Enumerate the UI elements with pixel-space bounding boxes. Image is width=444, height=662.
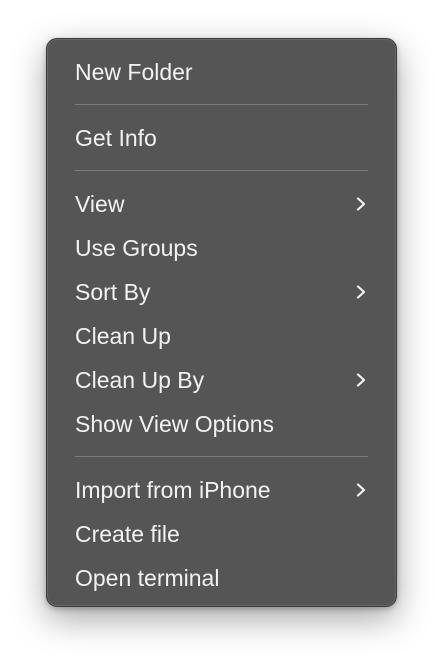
menu-item-label: Import from iPhone bbox=[75, 477, 271, 503]
menu-item-use-groups[interactable]: Use Groups bbox=[47, 226, 396, 270]
context-menu: New Folder Get Info View Use Groups Sort… bbox=[46, 38, 397, 607]
menu-item-label: View bbox=[75, 191, 125, 217]
chevron-right-icon bbox=[356, 285, 366, 299]
menu-item-import-from-iphone[interactable]: Import from iPhone bbox=[47, 468, 396, 512]
menu-item-label: Show View Options bbox=[75, 411, 275, 437]
menu-item-label: Clean Up By bbox=[75, 367, 205, 393]
chevron-right-icon bbox=[356, 483, 366, 497]
menu-separator bbox=[75, 456, 368, 457]
menu-item-label: New Folder bbox=[75, 59, 193, 85]
menu-item-label: Use Groups bbox=[75, 235, 198, 261]
menu-item-open-terminal[interactable]: Open terminal bbox=[47, 556, 396, 600]
menu-item-label: Create file bbox=[75, 521, 180, 547]
menu-separator bbox=[75, 170, 368, 171]
chevron-right-icon bbox=[356, 373, 366, 387]
menu-item-label: Get Info bbox=[75, 125, 157, 151]
menu-separator bbox=[75, 104, 368, 105]
menu-item-new-folder[interactable]: New Folder bbox=[47, 50, 396, 94]
menu-item-create-file[interactable]: Create file bbox=[47, 512, 396, 556]
menu-item-sort-by[interactable]: Sort By bbox=[47, 270, 396, 314]
menu-item-label: Clean Up bbox=[75, 323, 171, 349]
menu-item-view[interactable]: View bbox=[47, 182, 396, 226]
menu-item-label: Open terminal bbox=[75, 565, 220, 591]
chevron-right-icon bbox=[356, 197, 366, 211]
menu-item-get-info[interactable]: Get Info bbox=[47, 116, 396, 160]
menu-item-label: Sort By bbox=[75, 279, 151, 305]
menu-item-show-view-options[interactable]: Show View Options bbox=[47, 402, 396, 446]
menu-item-clean-up-by[interactable]: Clean Up By bbox=[47, 358, 396, 402]
menu-item-clean-up[interactable]: Clean Up bbox=[47, 314, 396, 358]
